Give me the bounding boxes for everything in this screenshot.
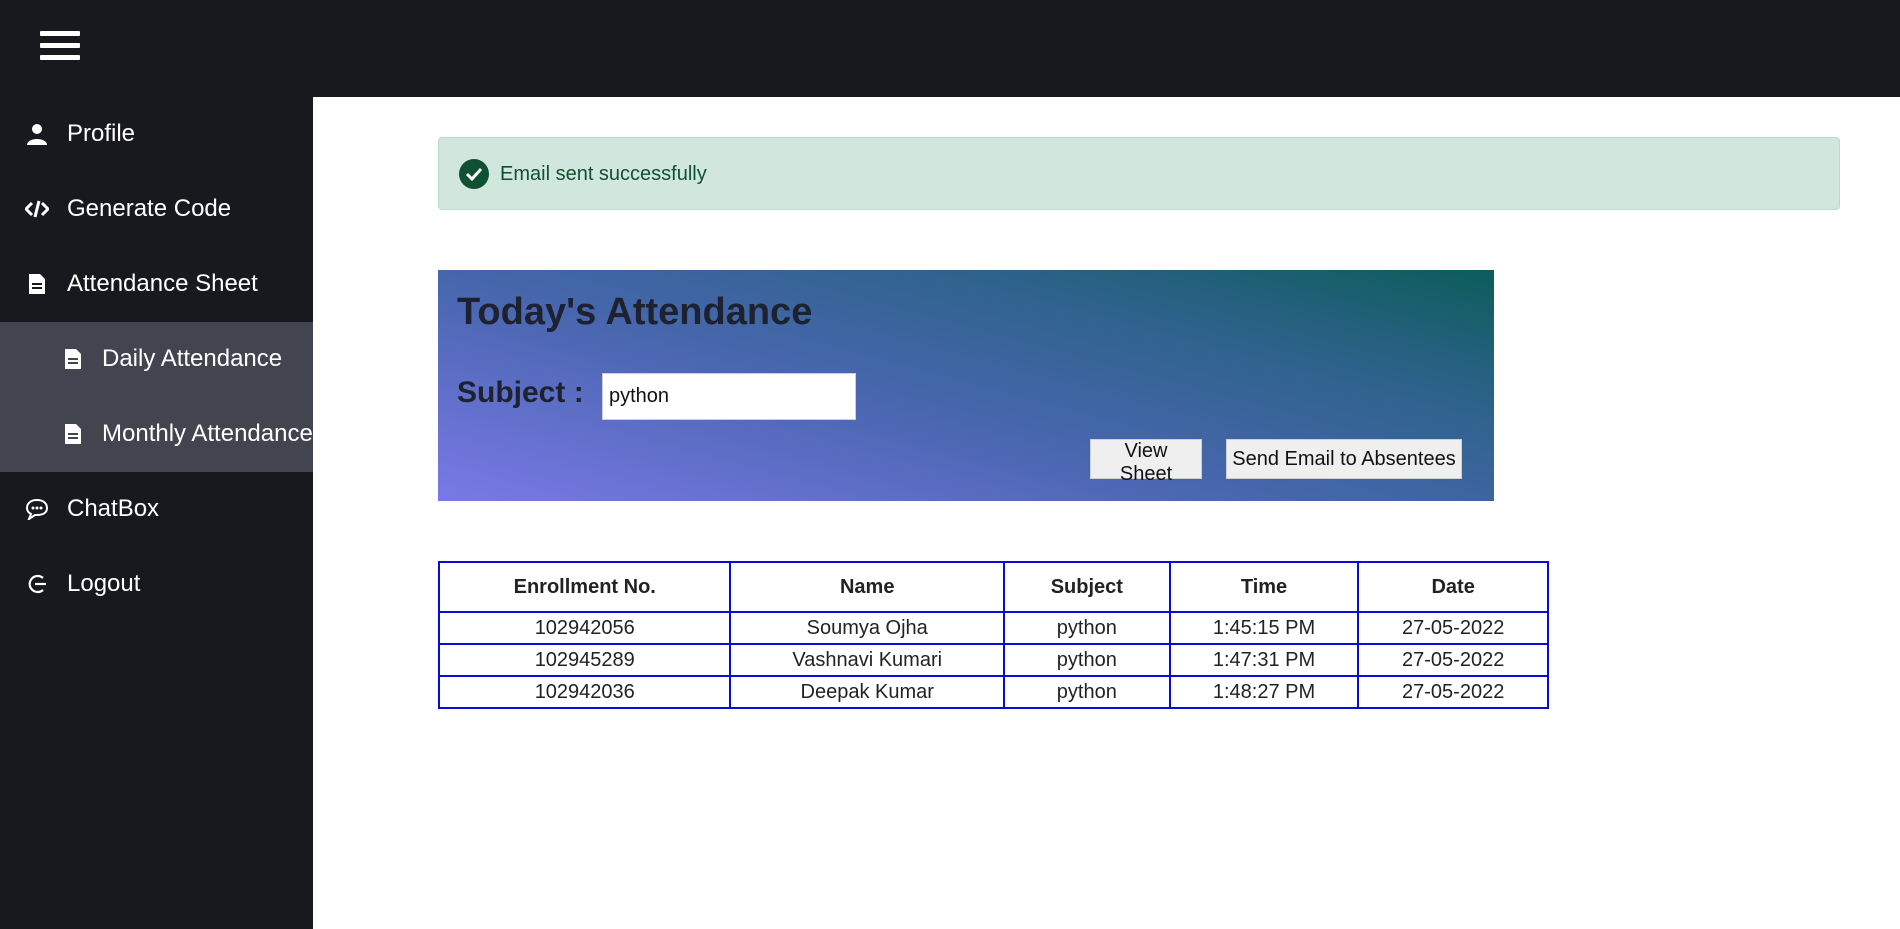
table-cell: 27-05-2022 <box>1357 675 1549 709</box>
column-header: Subject <box>1002 561 1171 613</box>
code-icon <box>25 197 49 221</box>
sidebar-item-daily-attendance[interactable]: Daily Attendance <box>0 322 313 397</box>
table-cell: Soumya Ojha <box>729 611 1005 645</box>
sidebar-item-logout[interactable]: Logout <box>0 547 313 622</box>
table-cell: Deepak Kumar <box>729 675 1005 709</box>
sidebar-item-monthly-attendance[interactable]: Monthly Attendance <box>0 397 313 472</box>
subject-label: Subject : <box>457 376 584 409</box>
sidebar-item-label: Daily Attendance <box>102 345 283 372</box>
table-cell: python <box>1002 611 1171 645</box>
table-cell: 102942056 <box>437 611 732 645</box>
document-icon <box>25 272 49 296</box>
sidebar-item-attendance-sheet[interactable]: Attendance Sheet <box>0 247 313 322</box>
sidebar-item-label: ChatBox <box>67 495 160 522</box>
user-icon <box>25 122 49 146</box>
document-icon <box>61 422 85 446</box>
table-row: 102945289 Vashnavi Kumari python 1:47:31… <box>437 643 1549 677</box>
alert-message: Email sent successfully <box>500 163 707 185</box>
attendance-table: Enrollment No. Name Subject Time Date 10… <box>437 561 1549 709</box>
page-title: Today's Attendance <box>457 291 813 333</box>
table-cell: 1:48:27 PM <box>1168 675 1360 709</box>
top-bar <box>0 0 1900 97</box>
table-cell: Vashnavi Kumari <box>729 643 1005 677</box>
view-sheet-button[interactable]: View Sheet <box>1090 439 1202 485</box>
sidebar-item-profile[interactable]: Profile <box>0 97 313 172</box>
sidebar-item-generate-code[interactable]: Generate Code <box>0 172 313 247</box>
table-header-row: Enrollment No. Name Subject Time Date <box>437 561 1549 613</box>
table-row: 102942056 Soumya Ojha python 1:45:15 PM … <box>437 611 1549 645</box>
table-cell: 102945289 <box>437 643 732 677</box>
subject-input[interactable] <box>602 373 856 420</box>
column-header: Date <box>1357 561 1549 613</box>
sidebar-item-chatbox[interactable]: ChatBox <box>0 472 313 547</box>
table-cell: 27-05-2022 <box>1357 611 1549 645</box>
logout-icon <box>25 572 49 596</box>
sidebar: Profile Generate Code Attendance Sheet D… <box>0 97 313 929</box>
main-content: Email sent successfully Today's Attendan… <box>313 97 1900 929</box>
hamburger-menu-icon[interactable] <box>40 31 80 65</box>
attendance-panel: Today's Attendance Subject : View Sheet … <box>438 270 1494 501</box>
table-cell: 1:47:31 PM <box>1168 643 1360 677</box>
sidebar-item-label: Logout <box>67 570 141 597</box>
column-header: Enrollment No. <box>437 561 732 613</box>
sidebar-item-label: Profile <box>67 120 136 147</box>
table-cell: 1:45:15 PM <box>1168 611 1360 645</box>
table-row: 102942036 Deepak Kumar python 1:48:27 PM… <box>437 675 1549 709</box>
table-cell: python <box>1002 643 1171 677</box>
sidebar-item-label: Monthly Attendance <box>102 420 313 447</box>
document-icon <box>61 347 85 371</box>
check-circle-icon <box>459 159 489 189</box>
table-cell: 102942036 <box>437 675 732 709</box>
chat-icon <box>25 497 49 521</box>
sidebar-item-label: Generate Code <box>67 195 232 222</box>
column-header: Name <box>729 561 1005 613</box>
column-header: Time <box>1168 561 1360 613</box>
table-cell: python <box>1002 675 1171 709</box>
sidebar-item-label: Attendance Sheet <box>67 270 258 297</box>
table-cell: 27-05-2022 <box>1357 643 1549 677</box>
send-email-button[interactable]: Send Email to Absentees <box>1226 439 1462 479</box>
success-alert: Email sent successfully <box>438 137 1840 210</box>
